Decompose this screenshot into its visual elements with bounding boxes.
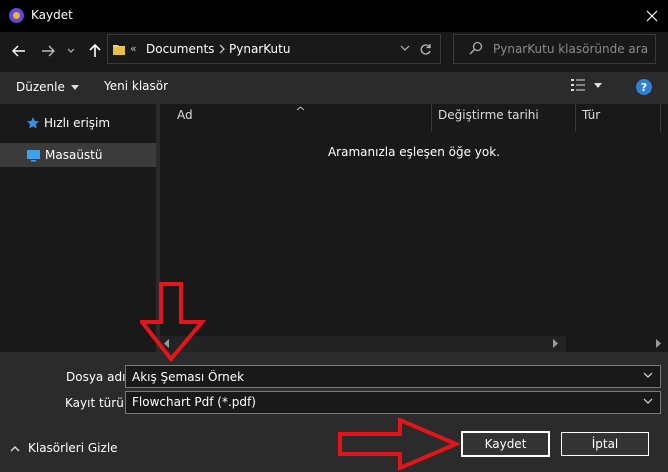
chevron-up-icon <box>10 445 20 451</box>
recent-locations-button[interactable] <box>63 40 79 62</box>
empty-state-message: Aramanızla eşleşen öğe yok. <box>327 145 501 159</box>
address-dropdown-button[interactable] <box>400 42 410 56</box>
file-list[interactable] <box>160 104 668 336</box>
back-button[interactable] <box>8 40 30 62</box>
chevron-down-icon <box>400 45 410 51</box>
sort-ascending-icon <box>296 104 305 114</box>
star-icon <box>27 117 39 129</box>
window-title: Kaydet <box>31 8 73 22</box>
chevron-down-icon <box>643 398 653 404</box>
nav-item-label: Hızlı erişim <box>44 116 111 130</box>
breadcrumb-overflow[interactable]: « <box>130 42 137 55</box>
column-header-type[interactable]: Tür <box>582 108 600 122</box>
details-view-icon <box>571 79 585 91</box>
scroll-right-icon[interactable] <box>656 339 662 351</box>
refresh-icon <box>420 43 431 55</box>
organize-button[interactable]: Düzenle <box>8 75 87 99</box>
caret-down-icon <box>594 82 602 88</box>
scroll-right-icon[interactable] <box>553 339 559 351</box>
breadcrumb-pynarkutu[interactable]: PynarKutu <box>229 42 290 56</box>
close-button[interactable] <box>636 0 668 32</box>
nav-item-desktop[interactable]: Masaüstü <box>0 143 156 167</box>
scrollbar-gap <box>566 336 668 352</box>
change-view-button[interactable] <box>570 78 602 92</box>
filename-label: Dosya adı: <box>66 370 130 384</box>
search-input[interactable]: PynarKutu klasöründe ara <box>493 42 648 56</box>
forward-button[interactable] <box>37 40 59 62</box>
close-icon <box>646 10 658 22</box>
arrow-left-icon <box>12 45 25 57</box>
filename-dropdown-button[interactable] <box>643 369 653 383</box>
app-icon <box>9 8 24 23</box>
annotation-arrow-right-icon <box>338 416 462 472</box>
filetype-label: Kayıt türü: <box>65 396 128 410</box>
new-folder-button[interactable]: Yeni klasör <box>96 75 176 99</box>
title-bar <box>0 0 668 32</box>
organize-label: Düzenle <box>16 80 65 94</box>
refresh-button[interactable] <box>414 38 436 60</box>
hide-folders-label: Klasörleri Gizle <box>28 441 118 455</box>
hide-folders-button[interactable]: Klasörleri Gizle <box>10 441 118 455</box>
help-button[interactable]: ? <box>636 79 652 95</box>
filetype-dropdown-button[interactable] <box>643 395 653 409</box>
filename-field[interactable] <box>125 365 661 388</box>
chevron-down-icon <box>643 372 653 378</box>
search-icon <box>469 41 483 58</box>
desktop-icon <box>27 149 40 161</box>
column-divider[interactable] <box>575 104 576 132</box>
column-header-name[interactable]: Ad <box>177 108 193 122</box>
caret-down-icon <box>70 84 79 90</box>
chevron-right-icon[interactable] <box>219 42 225 57</box>
arrow-right-icon <box>42 45 55 57</box>
column-divider[interactable] <box>660 104 661 132</box>
chevron-down-icon <box>67 48 75 53</box>
nav-item-quick-access[interactable]: Hızlı erişim <box>0 112 156 134</box>
filetype-selected-value: Flowchart Pdf (*.pdf) <box>132 395 256 409</box>
column-divider[interactable] <box>431 104 432 132</box>
nav-item-label: Masaüstü <box>45 148 103 162</box>
arrow-up-icon <box>89 44 101 57</box>
cancel-button[interactable]: İptal <box>561 432 649 456</box>
up-button[interactable] <box>84 40 106 62</box>
save-button[interactable]: Kaydet <box>461 431 550 457</box>
folder-icon <box>112 42 126 59</box>
column-header-date-modified[interactable]: Değiştirme tarihi <box>438 108 539 122</box>
breadcrumb-documents[interactable]: Documents <box>146 42 214 56</box>
annotation-arrow-down-icon <box>137 282 207 365</box>
filetype-select[interactable]: Flowchart Pdf (*.pdf) <box>125 391 661 414</box>
navigation-pane <box>0 104 160 352</box>
